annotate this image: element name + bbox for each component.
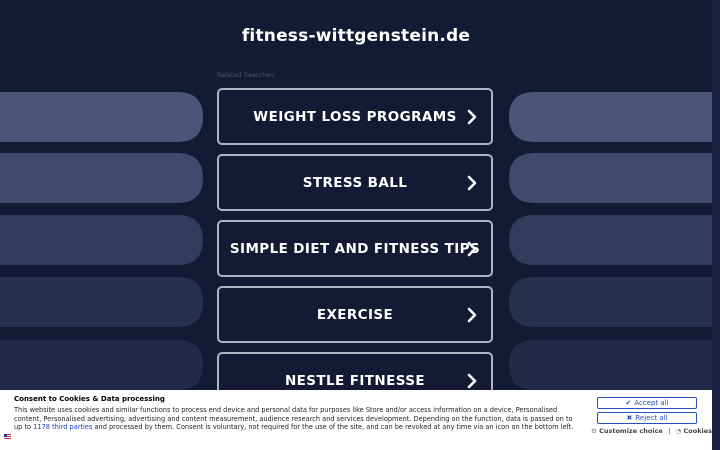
chevron-right-icon bbox=[467, 373, 477, 388]
cookie-icon: ◔ bbox=[675, 427, 682, 435]
gear-icon: ⚙ bbox=[591, 427, 597, 435]
search-link-label: STRESS BALL bbox=[302, 174, 408, 191]
chevron-right-icon bbox=[467, 241, 477, 256]
site-title: fitness-wittgenstein.de bbox=[241, 26, 471, 46]
related-searches-label: Related Searches: bbox=[217, 71, 276, 79]
reject-all-button[interactable]: ✖ Reject all bbox=[597, 412, 697, 424]
third-parties-link[interactable]: 1178 third parties bbox=[33, 423, 92, 431]
consent-title: Consent to Cookies & Data processing bbox=[14, 395, 165, 403]
search-link-simple-diet-and-fitness-tips[interactable]: SIMPLE DIET AND FITNESS TIPS bbox=[217, 220, 493, 277]
cookie-consent-banner: Consent to Cookies & Data processing Thi… bbox=[0, 390, 712, 450]
consent-description: This website uses cookies and similar fu… bbox=[14, 406, 582, 432]
chevron-right-icon bbox=[467, 307, 477, 322]
search-link-stress-ball[interactable]: STRESS BALL bbox=[217, 154, 493, 211]
chevron-right-icon bbox=[467, 175, 477, 190]
checkmark-icon: ✔ bbox=[625, 399, 632, 407]
cookies-link[interactable]: Cookies bbox=[684, 427, 713, 435]
close-icon: ✖ bbox=[626, 414, 633, 422]
language-flag-icon[interactable] bbox=[4, 434, 11, 440]
left-decorative-shapes bbox=[0, 92, 203, 390]
right-decorative-shapes bbox=[509, 92, 720, 390]
link-separator: | bbox=[668, 427, 671, 435]
chevron-right-icon bbox=[467, 109, 477, 124]
search-link-label: EXERCISE bbox=[316, 306, 394, 323]
consent-text-part: and processed by them. Consent is volunt… bbox=[92, 423, 574, 432]
accept-all-button[interactable]: ✔ Accept all bbox=[597, 397, 697, 409]
vertical-scrollbar[interactable] bbox=[712, 0, 720, 450]
search-link-label: SIMPLE DIET AND FITNESS TIPS bbox=[229, 240, 481, 257]
consent-secondary-links: ⚙ Customize choice | ◔ Cookies bbox=[591, 427, 712, 435]
customize-choice-link[interactable]: Customize choice bbox=[599, 427, 663, 435]
search-link-label: NESTLE FITNESSE bbox=[284, 372, 425, 389]
search-link-label: WEIGHT LOSS PROGRAMS bbox=[253, 108, 457, 125]
search-link-exercise[interactable]: EXERCISE bbox=[217, 286, 493, 343]
search-link-weight-loss-programs[interactable]: WEIGHT LOSS PROGRAMS bbox=[217, 88, 493, 145]
reject-all-label: Reject all bbox=[635, 414, 668, 422]
accept-all-label: Accept all bbox=[634, 399, 669, 407]
